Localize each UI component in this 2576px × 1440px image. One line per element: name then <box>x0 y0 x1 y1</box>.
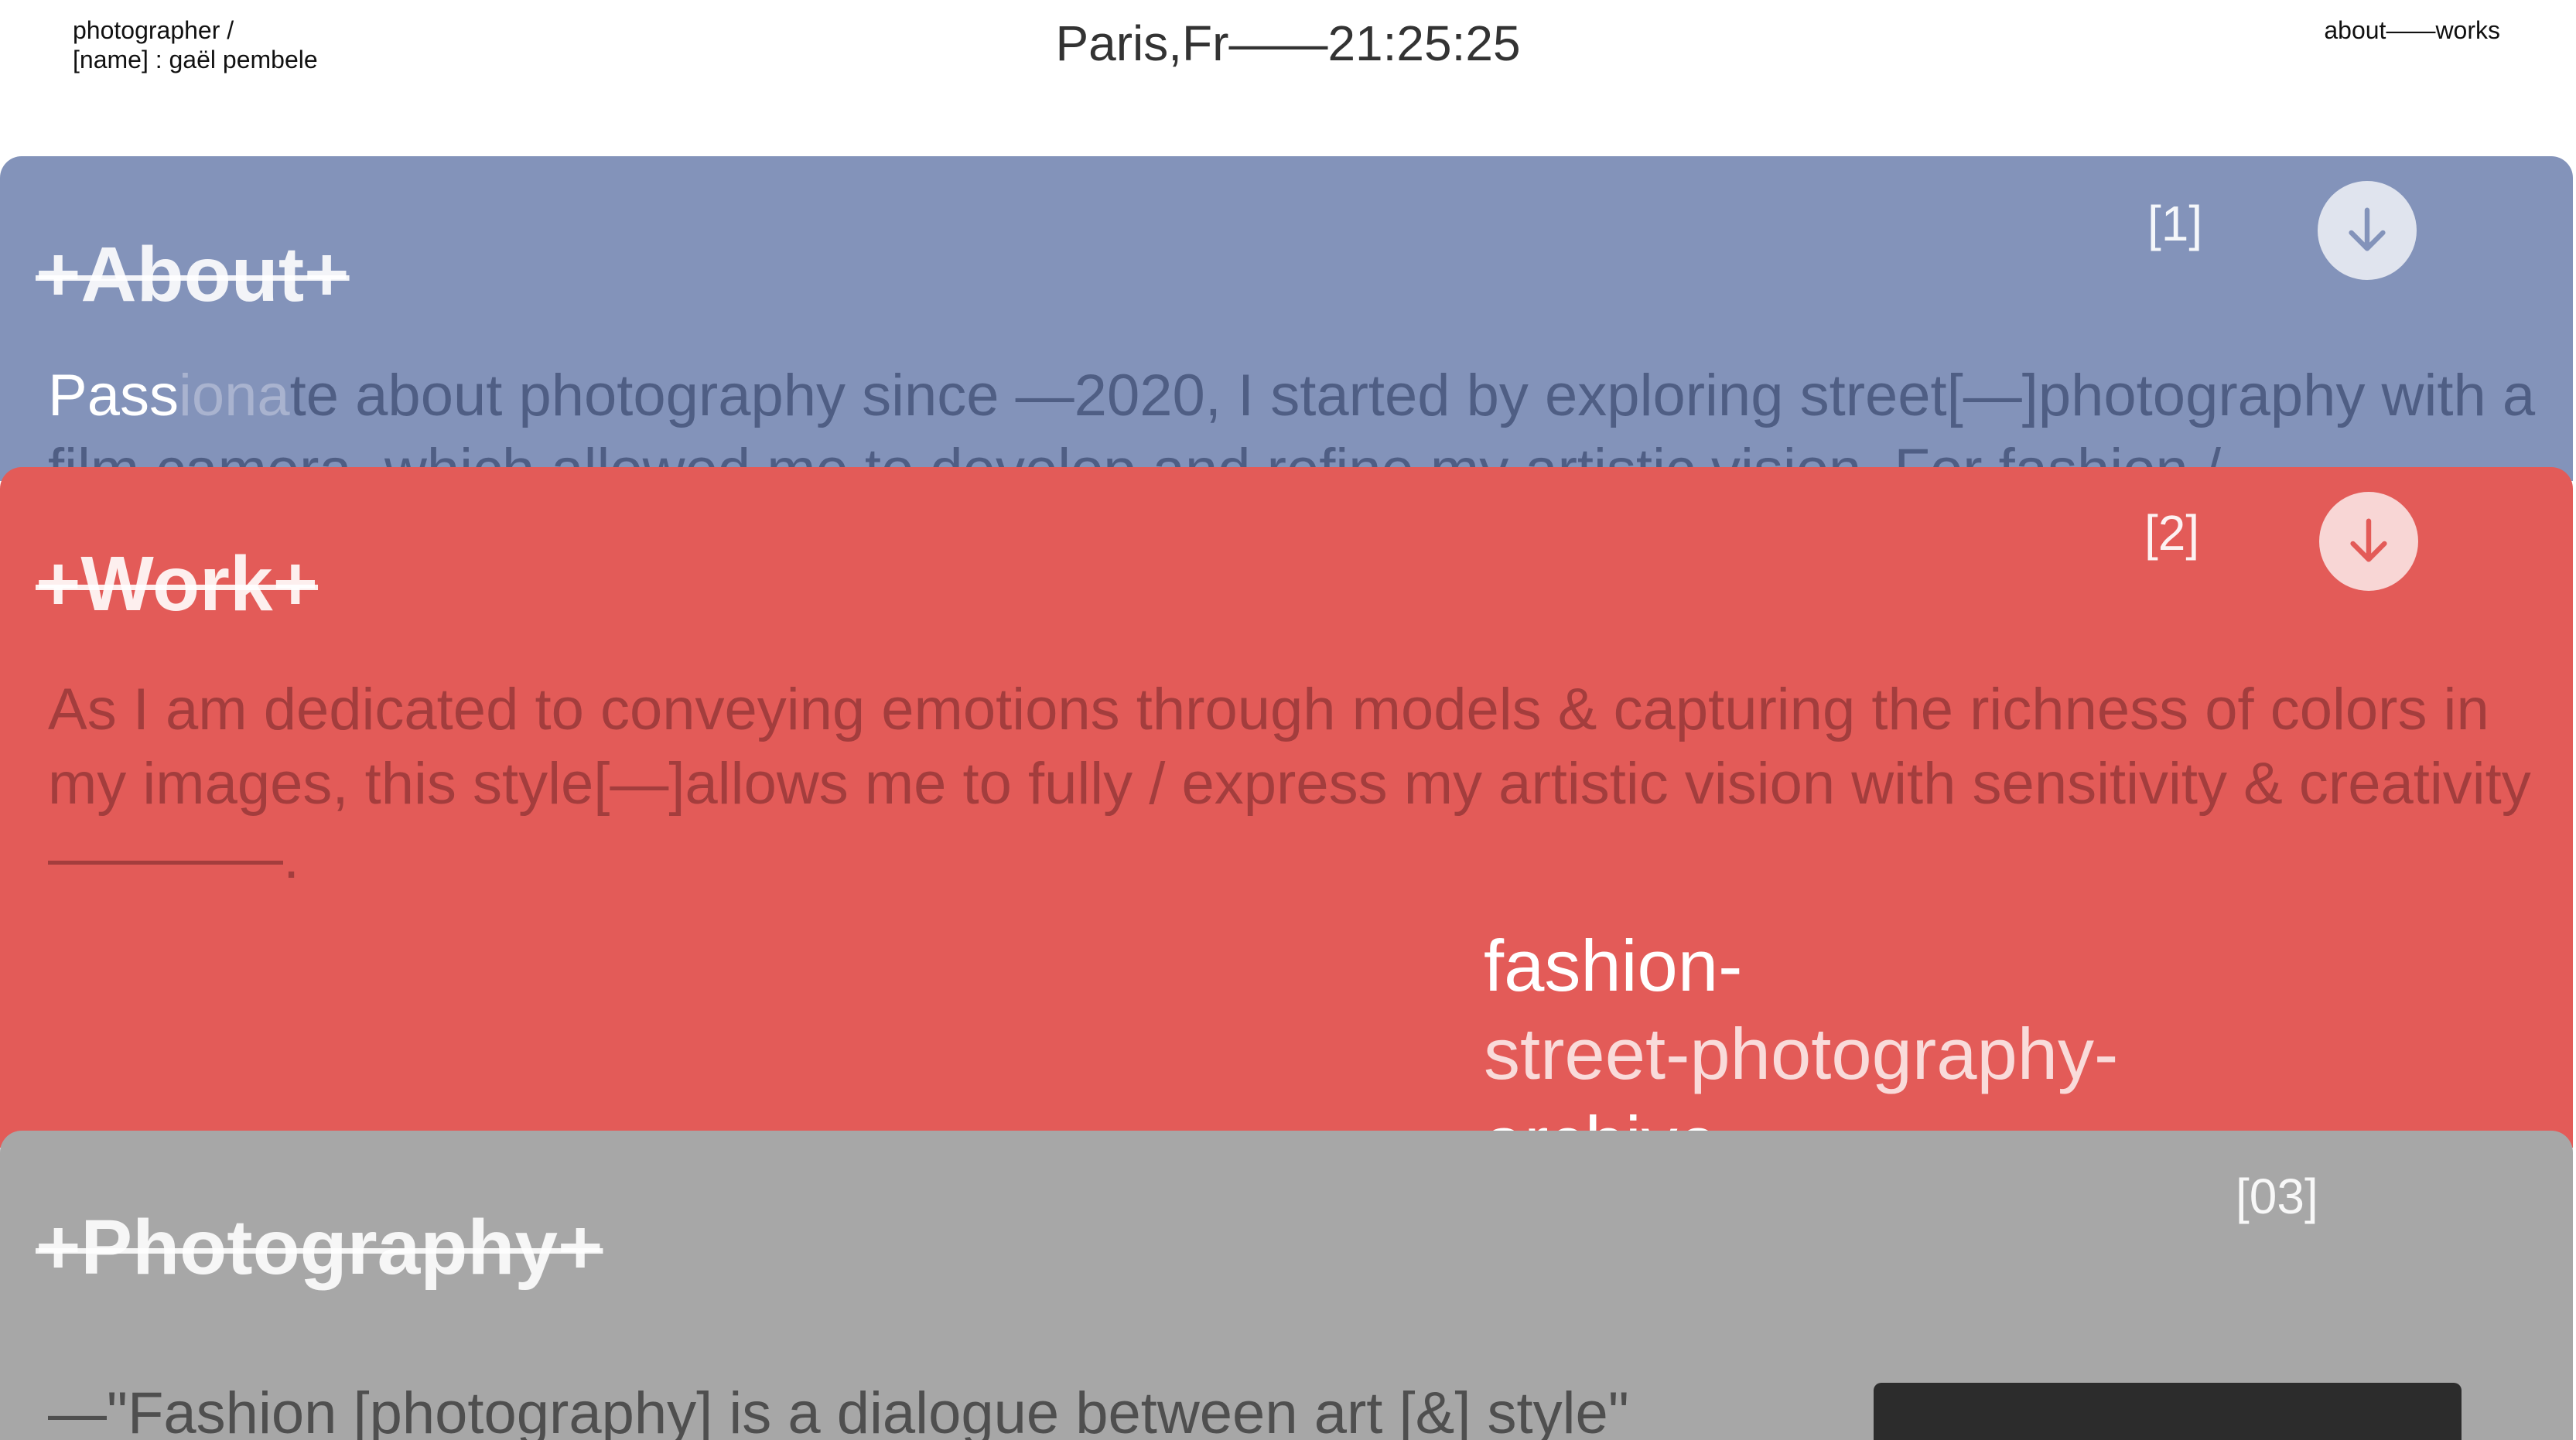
about-text-highlight: Pass <box>48 363 179 428</box>
tag-street-photography[interactable]: street-photography- <box>1484 1010 2118 1098</box>
arrow-down-icon <box>2350 518 2387 562</box>
photo-thumbnail[interactable] <box>1874 1383 2462 1440</box>
tag-fashion[interactable]: fashion- <box>1484 922 2118 1010</box>
work-title: +Work+ <box>36 541 318 627</box>
work-index: [2] <box>2144 505 2200 561</box>
work-panel: +Work+ [2] As I am dedicated to conveyin… <box>0 467 2573 1148</box>
arrow-down-icon <box>2349 207 2386 251</box>
work-expand-button[interactable] <box>2319 492 2418 591</box>
photography-title: +Photography+ <box>36 1204 603 1291</box>
nav-about-works-link[interactable]: about——works <box>2324 15 2500 45</box>
about-text: Passionate about photography since —2020… <box>48 359 2545 481</box>
location-clock: Paris,Fr——21:25:25 <box>1055 15 1521 71</box>
work-tags: fashion- street-photography- archive- <box>1484 922 2118 1148</box>
photography-quote: —"Fashion [photography] is a dialogue be… <box>48 1380 1629 1440</box>
about-text-body: te about photography since —2020, I star… <box>48 363 2536 481</box>
about-panel: +About+ [1] Passionate about photography… <box>0 156 2573 481</box>
photography-index: [03] <box>2236 1169 2318 1224</box>
about-expand-button[interactable] <box>2318 181 2417 280</box>
photography-panel: +Photography+ [03] —"Fashion [photograph… <box>0 1131 2573 1440</box>
about-index: [1] <box>2147 196 2203 251</box>
work-text: As I am dedicated to conveying emotions … <box>48 677 2531 891</box>
about-text-fade: iona <box>178 363 290 428</box>
about-title: +About+ <box>36 231 350 318</box>
